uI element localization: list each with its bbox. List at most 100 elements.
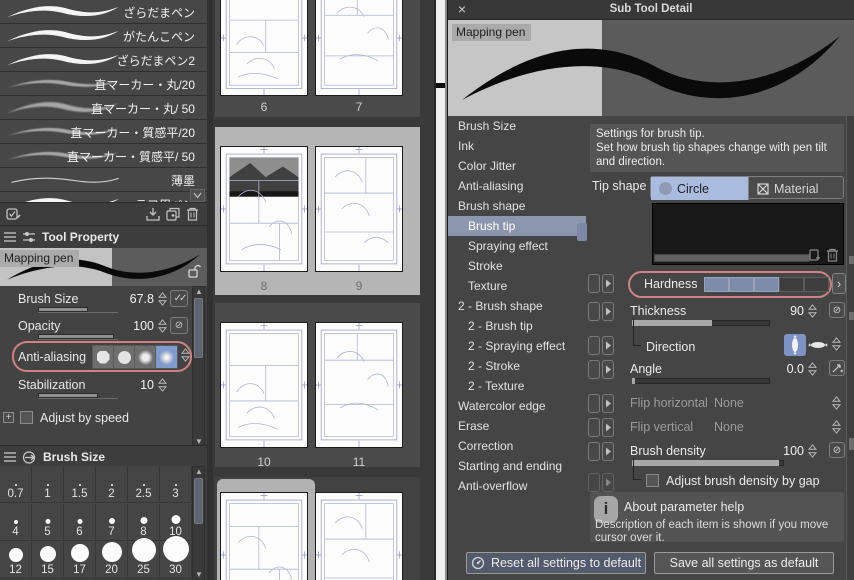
page-spread-selected[interactable]: 89 — [215, 127, 420, 295]
show-in-tool-property-toggle[interactable] — [588, 473, 600, 492]
brush-list-item[interactable]: 直マーカー・丸/ 50 — [0, 96, 207, 120]
value-stepper[interactable] — [808, 362, 818, 378]
brush-size-cell[interactable]: 12 — [0, 542, 32, 579]
register-brush-icon[interactable] — [6, 207, 21, 222]
adjust-by-speed-checkbox[interactable] — [20, 411, 33, 424]
category-item[interactable]: Texture — [448, 276, 586, 296]
brush-density-slider[interactable] — [632, 460, 779, 466]
scrollbar-thumb[interactable] — [194, 298, 203, 358]
brush-size-value[interactable]: 67.8 — [118, 292, 154, 306]
page-thumbnail[interactable] — [220, 146, 308, 272]
no-effect-button[interactable]: ⊘ — [829, 442, 845, 458]
hardness-segment-5[interactable] — [804, 277, 829, 292]
no-effect-button[interactable]: ⊘ — [829, 302, 845, 318]
brush-size-cell[interactable]: 1.5 — [64, 466, 96, 503]
pen-dynamics-button[interactable] — [829, 360, 845, 376]
category-item[interactable]: Anti-aliasing — [448, 176, 586, 196]
angle-slider[interactable] — [632, 378, 635, 384]
page-thumbnail[interactable] — [220, 322, 308, 448]
direction-vertical-button[interactable] — [784, 334, 806, 356]
category-item[interactable]: 2 - Brush shape — [448, 296, 586, 316]
brush-size-cell[interactable]: 2.5 — [128, 466, 160, 503]
category-item[interactable]: Correction — [448, 436, 586, 456]
dropdown-chevron-icon[interactable] — [832, 420, 842, 436]
thickness-slider[interactable] — [632, 320, 712, 326]
flip-horizontal-value[interactable]: None — [714, 396, 744, 410]
page-thumbnail[interactable] — [315, 492, 403, 580]
category-item[interactable]: Spraying effect — [448, 236, 586, 256]
category-item[interactable]: Color Jitter — [448, 156, 586, 176]
hardness-segment-2[interactable] — [729, 277, 754, 292]
dialog-scrollbar[interactable] — [846, 116, 854, 580]
brush-size-cell[interactable]: 6 — [64, 504, 96, 541]
delete-brush-icon[interactable] — [186, 207, 201, 222]
brush-size-cell[interactable]: 25 — [128, 542, 160, 579]
hardness-segment-3[interactable] — [754, 277, 779, 292]
scrollbar-thumb[interactable] — [194, 478, 203, 524]
apply-to-all-button[interactable]: ✓✓ — [170, 290, 188, 307]
thickness-value[interactable]: 90 — [774, 304, 804, 318]
category-item[interactable]: Anti-overflow — [448, 476, 586, 496]
row-expand-button[interactable] — [602, 274, 614, 293]
category-item[interactable]: Brush tip — [448, 216, 586, 236]
direction-horizontal-button[interactable] — [807, 334, 829, 356]
category-item[interactable]: Stroke — [448, 256, 586, 276]
brush-size-cell[interactable]: 30 — [160, 542, 192, 579]
brush-size-cell[interactable]: 20 — [96, 542, 128, 579]
dropdown-chevron-icon[interactable] — [832, 396, 842, 412]
brush-size-cell[interactable]: 8 — [128, 504, 160, 541]
stabilization-value[interactable]: 10 — [118, 378, 154, 392]
value-stepper[interactable] — [808, 304, 818, 320]
page-thumbnail[interactable] — [315, 322, 403, 448]
brush-size-cell[interactable]: 3 — [160, 466, 192, 503]
row-expand-button[interactable] — [602, 442, 614, 461]
scroll-up-icon[interactable]: ▲ — [195, 288, 203, 296]
show-in-tool-property-toggle[interactable] — [588, 418, 600, 437]
show-in-tool-property-toggle[interactable] — [588, 274, 600, 293]
hardness-segment-1[interactable] — [704, 277, 729, 292]
brush-list-item[interactable]: ざらだまペン — [0, 0, 207, 24]
row-expand-button[interactable] — [602, 302, 614, 321]
import-brush-icon[interactable] — [146, 207, 161, 222]
show-in-tool-property-toggle[interactable] — [588, 302, 600, 321]
brush-size-cell[interactable]: 0.7 — [0, 466, 32, 503]
brush-size-scrollbar[interactable]: ▲ ▼ — [192, 466, 205, 580]
row-expand-button[interactable] — [602, 473, 614, 492]
material-hscrollbar[interactable] — [654, 254, 810, 262]
page-spread[interactable]: 1011 — [215, 303, 420, 467]
category-item[interactable]: 2 - Stroke — [448, 356, 586, 376]
category-item[interactable]: Brush shape — [448, 196, 586, 216]
hardness-expand-button[interactable]: › — [832, 273, 846, 294]
brush-list-item[interactable]: 直マーカー・丸/20 — [0, 72, 207, 96]
scroll-down-icon[interactable]: ▼ — [195, 571, 203, 579]
tip-shape-option-material[interactable]: Material — [748, 177, 843, 200]
adjust-density-checkbox[interactable] — [646, 474, 659, 487]
stabilization-stepper[interactable] — [158, 378, 168, 394]
brush-list-item[interactable]: 薄墨 — [0, 168, 207, 192]
page-thumbnail[interactable] — [315, 146, 403, 272]
brush-list-item[interactable]: 直マーカー・質感平/20 — [0, 120, 207, 144]
brush-size-cell[interactable]: 7 — [96, 504, 128, 541]
paste-material-icon[interactable] — [808, 249, 821, 262]
direction-stepper[interactable] — [832, 337, 842, 353]
expand-button[interactable]: + — [3, 412, 14, 423]
brush-size-cell[interactable]: 5 — [32, 504, 64, 541]
page-spread[interactable]: 67 — [215, 0, 420, 117]
tool-property-scrollbar[interactable]: ▲ ▼ — [192, 286, 205, 448]
brush-list-item[interactable]: ざらだまペン2 — [0, 48, 207, 72]
brush-size-cell[interactable]: 15 — [32, 542, 64, 579]
no-effect-button[interactable]: ⊘ — [170, 317, 188, 334]
brush-list-item[interactable]: ラフ用ペン — [0, 192, 207, 203]
row-expand-button[interactable] — [602, 360, 614, 379]
brush-size-cell[interactable]: 4 — [0, 504, 32, 541]
row-expand-button[interactable] — [602, 336, 614, 355]
scroll-down-button[interactable] — [190, 189, 205, 202]
opacity-value[interactable]: 100 — [118, 319, 154, 333]
brush-size-cell[interactable]: 1 — [32, 466, 64, 503]
show-in-tool-property-toggle[interactable] — [588, 360, 600, 379]
category-item[interactable]: 2 - Spraying effect — [448, 336, 586, 356]
duplicate-brush-icon[interactable] — [166, 207, 181, 222]
category-item[interactable]: Erase — [448, 416, 586, 436]
tip-shape-option-circle[interactable]: Circle — [651, 177, 748, 200]
brush-size-cell[interactable]: 17 — [64, 542, 96, 579]
